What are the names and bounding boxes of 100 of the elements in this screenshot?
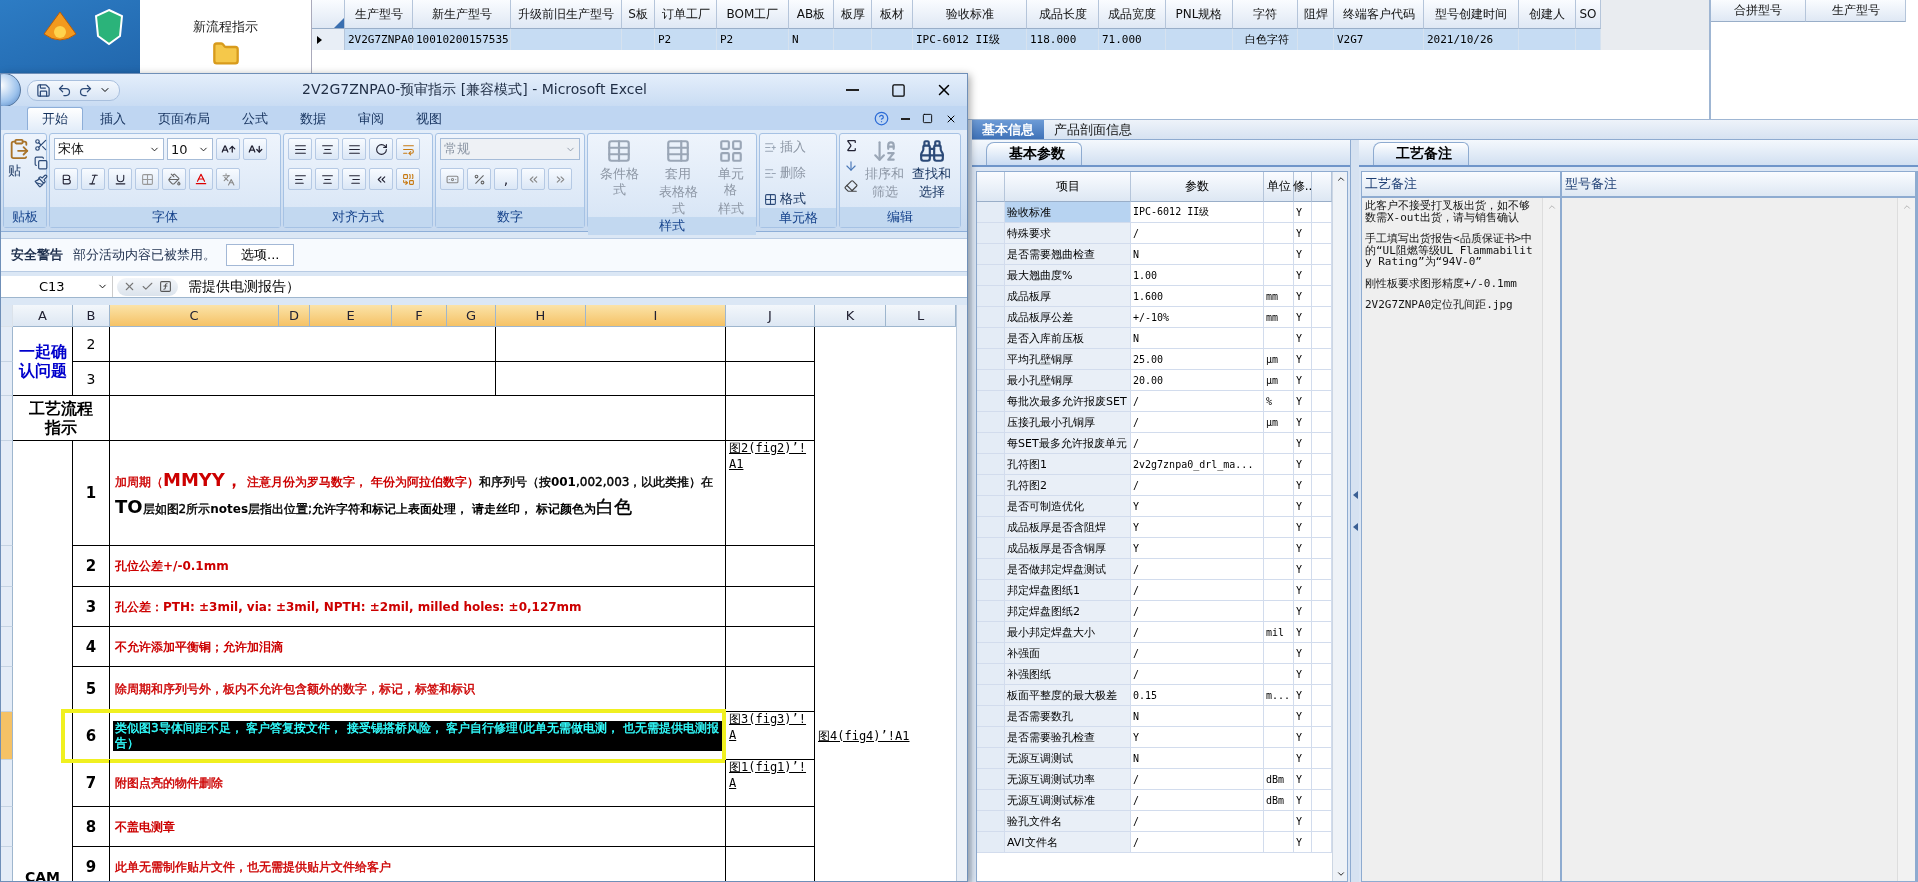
table-row[interactable]: 邦定焊盘图纸1 / Y — [977, 580, 1332, 601]
font-size-field[interactable]: 10 — [167, 138, 213, 160]
column-header[interactable]: E — [310, 305, 392, 327]
column-header[interactable]: K — [815, 305, 886, 327]
paste-button[interactable]: 贴 — [8, 162, 30, 180]
merge-button[interactable] — [396, 168, 420, 190]
panel-tab[interactable]: 基本参数 — [986, 142, 1082, 165]
column-header[interactable]: 合拼型号 — [1711, 0, 1806, 22]
align-top-button[interactable] — [288, 138, 312, 160]
column-header[interactable]: 单位 — [1264, 172, 1294, 202]
align-right-button[interactable] — [342, 168, 366, 190]
table-cell[interactable] — [726, 546, 815, 587]
table-row[interactable]: 是否可制造优化 Y Y — [977, 496, 1332, 517]
table-row[interactable]: 验孔文件名 / Y — [977, 811, 1332, 832]
table-cell[interactable] — [110, 327, 496, 362]
column-header[interactable]: 修.. — [1294, 172, 1312, 202]
shield-icon[interactable] — [94, 8, 124, 46]
column-header[interactable]: S板 — [622, 0, 655, 29]
table-cell[interactable]: 图3(fig3)’!A — [726, 712, 815, 760]
column-header[interactable]: 型号创建时间 — [1424, 0, 1519, 29]
column-header[interactable]: 验收标准 — [913, 0, 1027, 29]
redo-icon[interactable] — [78, 82, 93, 98]
save-icon[interactable] — [36, 82, 51, 98]
copy-icon[interactable] — [34, 156, 48, 170]
info-tab[interactable]: 基本信息 — [972, 120, 1044, 139]
cell-button[interactable]: 格式 — [764, 190, 806, 208]
column-header[interactable]: 板厚 — [834, 0, 872, 29]
column-header[interactable]: B — [73, 305, 110, 327]
table-row[interactable]: 平均孔壁铜厚 25.00 μm Y — [977, 349, 1332, 370]
column-header[interactable]: G — [447, 305, 496, 327]
ribbon-tab[interactable]: 公式 — [227, 107, 283, 130]
table-row[interactable]: 最小邦定焊盘大小 / mil Y — [977, 622, 1332, 643]
edit-button[interactable]: 查找和 选择 — [910, 138, 953, 201]
column-header[interactable]: AB板 — [789, 0, 834, 29]
column-header[interactable]: 阻焊 — [1298, 0, 1334, 29]
column-header[interactable]: 订单工厂 — [655, 0, 717, 29]
table-cell[interactable] — [726, 362, 815, 396]
table-row[interactable]: 补强面 / Y — [977, 643, 1332, 664]
scrollbar[interactable] — [956, 305, 967, 881]
panel-tab[interactable]: 工艺备注 — [1373, 142, 1469, 165]
instruction-cell[interactable]: 不盖电测章 — [110, 807, 726, 847]
column-header[interactable]: 生产型号 — [1806, 0, 1906, 22]
table-cell[interactable] — [110, 362, 496, 396]
fill-color-button[interactable] — [162, 168, 186, 190]
name-box[interactable]: C13 — [1, 276, 113, 297]
table-cell[interactable] — [726, 807, 815, 847]
table-row[interactable]: 无源互调测试功率 / dBm Y — [977, 769, 1332, 790]
column-header[interactable]: H — [496, 305, 586, 327]
sheet-link[interactable]: 图1(fig1)’!A — [729, 760, 811, 792]
orientation-button[interactable] — [369, 138, 393, 160]
help-icon[interactable] — [874, 111, 889, 126]
instruction-cell[interactable]: 孔位公差+/-0.1mm — [110, 546, 726, 587]
font-color-button[interactable] — [189, 168, 213, 190]
italic-button[interactable] — [81, 168, 105, 190]
table-row[interactable]: AVI文件名 / Y — [977, 832, 1332, 853]
column-header[interactable]: PNL规格 — [1166, 0, 1233, 29]
table-row[interactable]: 成品板厚 1.600 mm Y — [977, 286, 1332, 307]
table-row[interactable]: 板面平整度的最大极差 0.15 m... Y — [977, 685, 1332, 706]
table-row[interactable]: 邦定焊盘图纸2 / Y — [977, 601, 1332, 622]
comma-button[interactable]: , — [494, 168, 518, 190]
column-header[interactable]: C — [110, 305, 279, 327]
column-header[interactable]: 创建人 — [1519, 0, 1576, 29]
cut-icon[interactable] — [34, 138, 48, 152]
sheet-link[interactable]: 图3(fig3)’!A — [729, 712, 811, 744]
table-row[interactable]: 补强图纸 / Y — [977, 664, 1332, 685]
shrink-font-button[interactable] — [243, 138, 267, 160]
ribbon-tab[interactable]: 审阅 — [343, 107, 399, 130]
column-header[interactable]: A — [13, 305, 73, 327]
column-header[interactable]: 新生产型号 — [413, 0, 511, 29]
column-header[interactable]: 成品宽度 — [1099, 0, 1166, 29]
options-button[interactable]: 选项... — [226, 244, 295, 266]
align-left-button[interactable] — [288, 168, 312, 190]
table-cell[interactable] — [726, 587, 815, 627]
column-header[interactable]: SO — [1576, 0, 1601, 29]
column-header[interactable]: F — [392, 305, 447, 327]
table-row[interactable]: 是否入库前压板 N Y — [977, 328, 1332, 349]
phonetic-button[interactable] — [216, 168, 240, 190]
instruction-cell[interactable]: 此单无需制作贴片文件，也无需提供贴片文件给客户 — [110, 847, 726, 881]
column-header[interactable]: D — [279, 305, 310, 327]
table-cell[interactable]: 图2(fig2)’!A1 — [726, 441, 815, 546]
table-cell[interactable] — [496, 327, 726, 362]
percent-button[interactable] — [467, 168, 491, 190]
font-name-field[interactable]: 宋体 — [54, 138, 164, 160]
table-row[interactable]: 孔符图2 / Y — [977, 475, 1332, 496]
sheet-link[interactable]: 图2(fig2)’!A1 — [729, 441, 811, 473]
grow-font-button[interactable] — [216, 138, 240, 160]
enter-icon[interactable] — [141, 280, 154, 293]
table-cell[interactable] — [726, 627, 815, 667]
sum-icon[interactable] — [844, 138, 859, 153]
instruction-cell[interactable]: 除周期和序列号外，板内不允许包含额外的数字，标记，标签和标识 — [110, 667, 726, 712]
column-header[interactable]: 字符 — [1233, 0, 1298, 29]
column-header[interactable]: 生产型号 — [345, 0, 413, 29]
align-middle-button[interactable] — [315, 138, 339, 160]
paste-icon[interactable] — [8, 138, 30, 160]
table-row[interactable]: 成品板厚公差 +/-10% mm Y — [977, 307, 1332, 328]
table-row[interactable]: 最小孔壁铜厚 20.00 μm Y — [977, 370, 1332, 391]
table-row[interactable]: 成品板厚是否含阻焊 Y Y — [977, 517, 1332, 538]
notes-field[interactable]: 此客户不接受打叉板出货，如不够数需X-out出货，请与销售确认 手工填写出货报告<品质保证书>中的“UL阻燃等级UL Flammability Rating”为“94V-0” 刚性板要求图形精度+/-0.1mm 2V2G7ZNPA0定位孔间距.jpg — [1362, 198, 1542, 881]
ribbon-tab[interactable]: 视图 — [401, 107, 457, 130]
table-cell[interactable] — [726, 396, 815, 441]
